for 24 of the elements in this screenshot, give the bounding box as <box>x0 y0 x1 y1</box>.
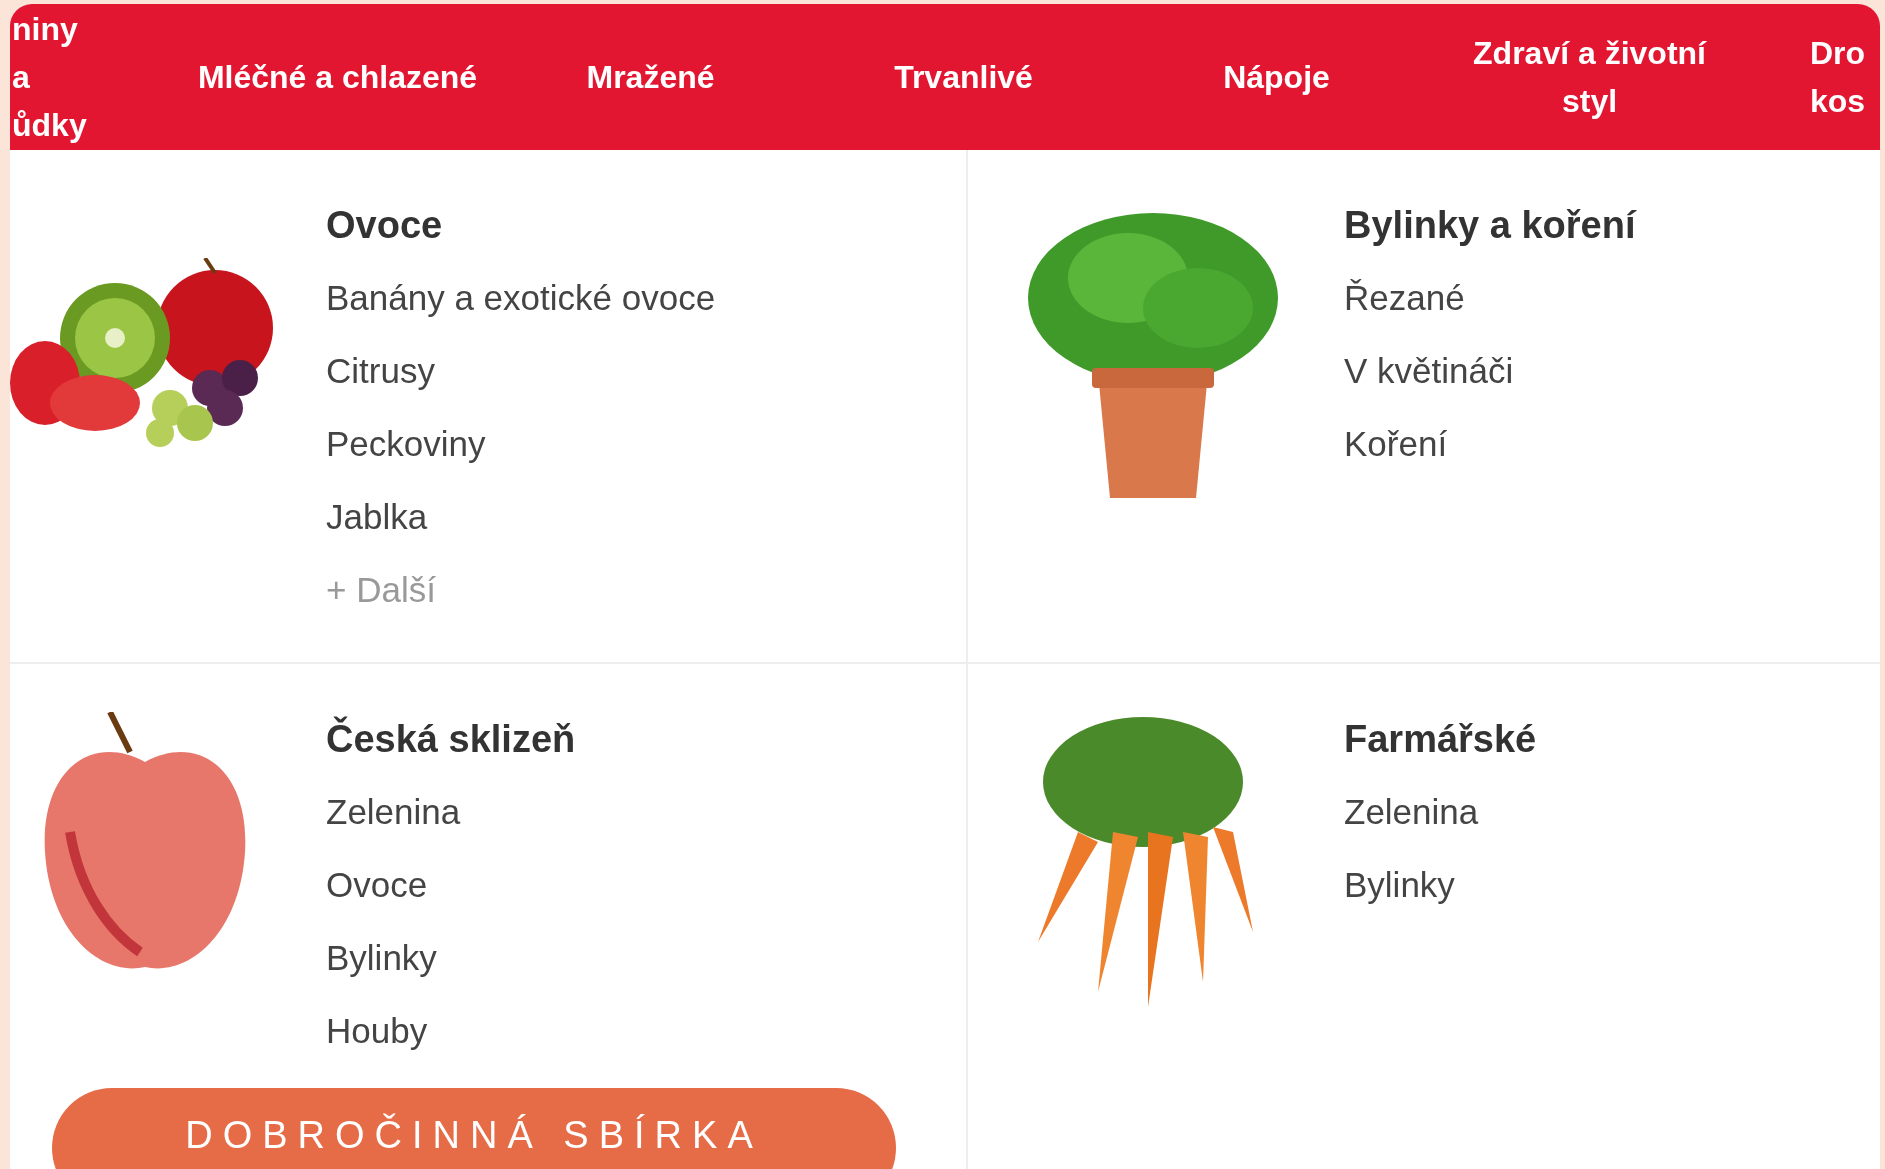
subcategory-link[interactable]: Zelenina <box>326 775 576 848</box>
nav-link[interactable]: Mléčné a chlazené <box>197 53 478 101</box>
subcategory-link[interactable]: V květináči <box>1344 334 1636 407</box>
nav-link[interactable]: Mražené <box>510 53 791 101</box>
nav-link[interactable]: Trvanlivé <box>823 53 1104 101</box>
subcategory-link[interactable]: Banány a exotické ovoce <box>326 261 716 334</box>
category-title: Bylinky a koření <box>1344 204 1636 247</box>
subcategory-link[interactable]: Koření <box>1344 407 1636 480</box>
subcategory-link[interactable]: Houby <box>326 994 576 1067</box>
subcategory-link[interactable]: Bylinky <box>326 921 576 994</box>
subcategory-link[interactable]: Jablka <box>326 480 716 553</box>
category-title: Farmářské <box>1344 718 1537 761</box>
subcategory-link[interactable]: Ovoce <box>326 848 576 921</box>
nav-link[interactable]: niny a ůdky <box>12 5 92 149</box>
category-title: Česká sklizeň <box>326 718 576 761</box>
subcategory-link[interactable]: Bylinky <box>1344 848 1537 921</box>
subcategory-link[interactable]: Peckoviny <box>326 407 716 480</box>
subcategory-link[interactable]: Citrusy <box>326 334 716 407</box>
subcategory-link[interactable]: Zelenina <box>1344 775 1537 848</box>
subcategory-link[interactable]: Řezané <box>1344 261 1636 334</box>
nav-link[interactable]: Dro kos <box>1810 29 1880 125</box>
nav-link[interactable]: Nápoje <box>1136 53 1417 101</box>
nav-link[interactable]: Zdraví a životní styl <box>1449 29 1730 125</box>
category-title: Ovoce <box>326 204 444 247</box>
